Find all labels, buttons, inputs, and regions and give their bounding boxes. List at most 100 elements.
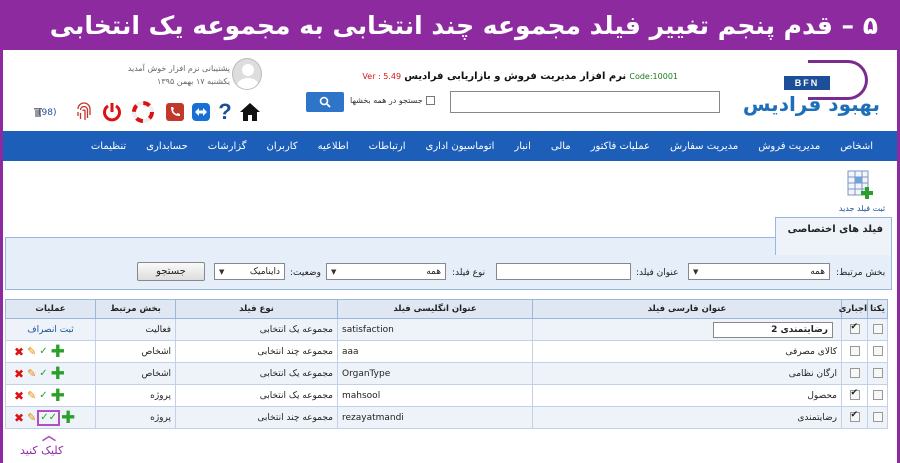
unique-checkbox-cell[interactable] bbox=[867, 406, 888, 429]
en-title-cell: mahsool bbox=[337, 384, 533, 407]
confirm-icon[interactable]: ✓ bbox=[39, 368, 47, 380]
logo-text: بهبود فرادیس bbox=[742, 92, 880, 116]
unique-checkbox-cell[interactable] bbox=[867, 384, 888, 407]
add-icon[interactable]: ✚ bbox=[51, 343, 65, 360]
col-type[interactable]: نوع فیلد bbox=[175, 299, 338, 319]
nav-item-reports[interactable]: گزارشات bbox=[198, 141, 257, 152]
delete-icon[interactable]: ✖ bbox=[14, 390, 24, 402]
app-name: نرم افزار مدیریت فروش و بازاریابی فرادیس bbox=[404, 71, 627, 82]
type-cell: مجموعه یک انتخابی bbox=[175, 384, 338, 407]
section-cell: فعالیت bbox=[95, 318, 176, 341]
edit-icon[interactable]: ✎ bbox=[27, 411, 36, 424]
filter-status-select[interactable]: داینامیک ▼ bbox=[214, 263, 285, 280]
col-fa-title[interactable]: عنوان فارسی فیلد bbox=[532, 299, 842, 319]
col-section[interactable]: بخش مرتبط bbox=[95, 299, 176, 319]
chevron-down-icon: ▼ bbox=[693, 267, 699, 276]
filter-status-label: وضعیت: bbox=[290, 268, 321, 278]
delete-icon[interactable]: ✖ bbox=[14, 346, 24, 358]
app-title: Code:10001 نرم افزار مدیریت فروش و بازار… bbox=[362, 71, 678, 82]
add-icon[interactable]: ✚ bbox=[51, 365, 65, 382]
confirm-icon[interactable]: ✓ bbox=[39, 346, 47, 358]
type-cell: مجموعه چند انتخابی bbox=[175, 340, 338, 363]
lifebuoy-icon[interactable] bbox=[131, 100, 155, 124]
required-checkbox-cell[interactable] bbox=[841, 362, 868, 385]
trash-count[interactable]: (98) bbox=[38, 108, 56, 118]
required-checkbox[interactable] bbox=[849, 388, 860, 401]
fingerprint-icon[interactable] bbox=[72, 100, 96, 124]
help-icon[interactable]: ? bbox=[213, 99, 237, 124]
filter-title-input[interactable] bbox=[496, 263, 631, 280]
user-avatar[interactable] bbox=[232, 58, 262, 90]
add-field-label: ثبت فیلد جدید bbox=[838, 204, 886, 213]
nav-item-sales[interactable]: مدیریت فروش bbox=[748, 141, 830, 152]
power-icon[interactable] bbox=[100, 100, 124, 124]
filter-type-select[interactable]: همه ▼ bbox=[326, 263, 446, 280]
edit-icon[interactable]: ✎ bbox=[27, 367, 36, 380]
required-checkbox[interactable] bbox=[849, 368, 860, 379]
unique-checkbox[interactable] bbox=[872, 346, 883, 357]
nav-item-warehouse[interactable]: انبار bbox=[504, 141, 540, 152]
search-all-sections[interactable]: جستجو در همه بخشها bbox=[350, 96, 435, 105]
required-checkbox[interactable] bbox=[849, 410, 860, 423]
col-required[interactable]: اجباری bbox=[839, 299, 868, 319]
unique-checkbox-cell[interactable] bbox=[867, 340, 888, 363]
nav-item-communications[interactable]: ارتباطات bbox=[359, 141, 416, 152]
search-all-label: جستجو در همه بخشها bbox=[350, 96, 423, 105]
filter-search-button[interactable]: جستجو bbox=[137, 262, 205, 281]
nav-item-persons[interactable]: اشخاص bbox=[830, 141, 883, 152]
unique-checkbox-cell[interactable] bbox=[867, 362, 888, 385]
filter-type-value: همه bbox=[426, 266, 441, 277]
company-logo[interactable]: BFN بهبود فرادیس bbox=[730, 56, 880, 126]
delete-icon[interactable]: ✖ bbox=[14, 412, 24, 424]
required-checkbox-cell[interactable] bbox=[841, 406, 868, 429]
nav-item-users[interactable]: کاربران bbox=[257, 141, 308, 152]
col-ops[interactable]: عملیات bbox=[5, 299, 96, 319]
required-checkbox-cell[interactable] bbox=[841, 318, 868, 341]
banner-title: ۵ – قدم پنجم تغییر فیلد مجموعه چند انتخا… bbox=[49, 10, 878, 40]
home-icon[interactable] bbox=[238, 100, 262, 124]
required-checkbox[interactable] bbox=[849, 346, 860, 357]
teamviewer-icon[interactable] bbox=[189, 100, 213, 124]
change-type-icon[interactable]: ✓✓ bbox=[37, 409, 61, 426]
required-checkbox-cell[interactable] bbox=[841, 340, 868, 363]
phone-icon[interactable] bbox=[163, 100, 187, 124]
nav-item-orders[interactable]: مدیریت سفارش bbox=[660, 141, 748, 152]
callout-label: کلیک کنید bbox=[20, 444, 64, 457]
add-field-icon bbox=[847, 170, 873, 199]
filter-section-label: بخش مرتبط: bbox=[836, 268, 886, 278]
add-field-button[interactable]: ثبت فیلد جدید bbox=[834, 170, 890, 214]
nav-item-announcements[interactable]: اطلاعیه bbox=[308, 141, 359, 152]
section-title: فیلد های اختصاصی bbox=[775, 217, 892, 255]
edit-icon[interactable]: ✎ bbox=[27, 345, 36, 358]
unique-checkbox[interactable] bbox=[872, 324, 883, 335]
required-checkbox-cell[interactable] bbox=[841, 384, 868, 407]
col-unique[interactable]: یکتا bbox=[867, 299, 888, 319]
nav-item-settings[interactable]: تنظیمات bbox=[81, 141, 136, 152]
unique-checkbox[interactable] bbox=[872, 390, 883, 401]
chevron-down-icon: ▼ bbox=[219, 267, 225, 276]
unique-checkbox-cell[interactable] bbox=[867, 318, 888, 341]
nav-item-automation[interactable]: اتوماسیون اداری bbox=[416, 141, 505, 152]
add-icon[interactable]: ✚ bbox=[51, 387, 65, 404]
global-search-input[interactable] bbox=[450, 91, 720, 113]
nav-item-finance[interactable]: مالی bbox=[541, 141, 581, 152]
fa-title-cell[interactable]: رضایتمندی 2 bbox=[532, 318, 842, 341]
edit-icon[interactable]: ✎ bbox=[27, 389, 36, 402]
nav-item-invoice[interactable]: عملیات فاکتور bbox=[581, 141, 660, 152]
en-title-cell: satisfaction bbox=[337, 318, 533, 341]
fa-title-edit-input[interactable]: رضایتمندی 2 bbox=[713, 321, 833, 338]
search-all-checkbox[interactable] bbox=[425, 96, 435, 105]
search-button[interactable] bbox=[306, 92, 344, 112]
unique-checkbox[interactable] bbox=[872, 368, 883, 379]
add-icon[interactable]: ✚ bbox=[61, 409, 75, 426]
confirm-icon[interactable]: ✓ bbox=[39, 390, 47, 402]
required-checkbox[interactable] bbox=[849, 322, 860, 335]
tutorial-banner: ۵ – قدم پنجم تغییر فیلد مجموعه چند انتخا… bbox=[0, 0, 900, 50]
nav-item-accounting[interactable]: حسابداری bbox=[136, 141, 198, 152]
col-en-title[interactable]: عنوان انگلیسی فیلد bbox=[337, 299, 533, 319]
ops-cell: ✖ ✎ ✓ ✚ bbox=[5, 384, 96, 407]
filter-section-select[interactable]: همه ▼ bbox=[688, 263, 830, 280]
cancel-link[interactable]: ثبت انصراف bbox=[27, 325, 74, 335]
delete-icon[interactable]: ✖ bbox=[14, 368, 24, 380]
unique-checkbox[interactable] bbox=[872, 412, 883, 423]
